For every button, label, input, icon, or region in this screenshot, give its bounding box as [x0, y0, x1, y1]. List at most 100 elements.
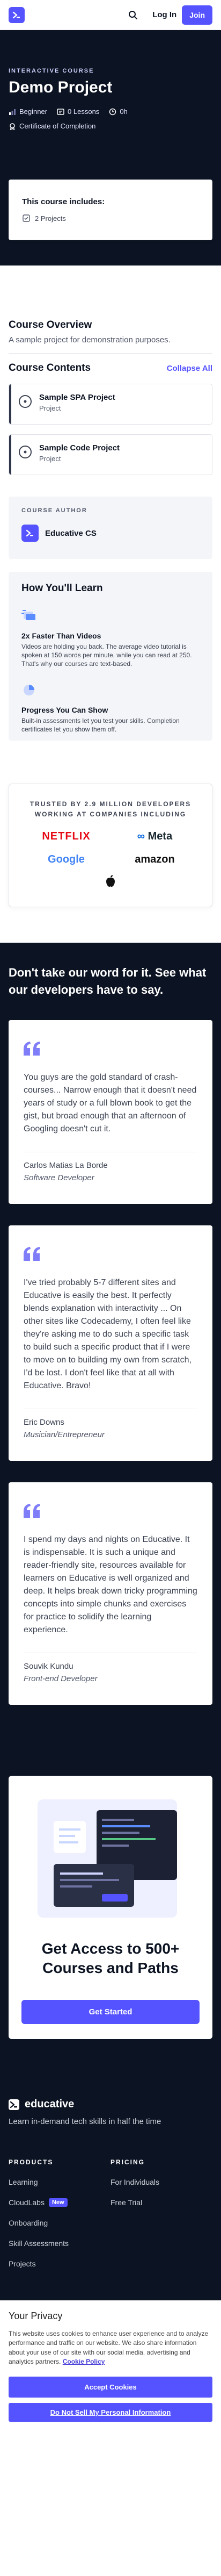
testimonials-section: Don't take our word for it. See what our…	[0, 943, 221, 1776]
level-label: Beginner	[19, 107, 48, 116]
footer-link-cloudlabs[interactable]: CloudLabs New	[9, 2198, 110, 2207]
includes-projects: 2 Projects	[22, 214, 199, 223]
level-bars-icon	[9, 109, 16, 115]
login-link[interactable]: Log In	[152, 10, 176, 19]
testimonial-name: Souvik Kundu	[24, 1661, 73, 1671]
footer-tagline: Learn in-demand tech skills in half the …	[9, 2117, 161, 2126]
apple-logo	[22, 874, 199, 890]
top-navbar: Log In Join	[0, 0, 221, 30]
project-item[interactable]: Sample Code Project Project	[9, 434, 212, 475]
project-info: Sample SPA Project Project	[11, 384, 123, 424]
overview-title: Course Overview	[9, 319, 92, 331]
project-type: Project	[39, 455, 61, 463]
amazon-logo: amazon	[135, 853, 175, 866]
course-contents: Course Contents Collapse All Sample SPA …	[0, 362, 221, 475]
contents-header: Course Contents Collapse All	[9, 362, 212, 374]
meta-logo: ∞ Meta	[110, 830, 199, 843]
join-button[interactable]: Join	[182, 5, 212, 25]
certificate-icon	[10, 123, 15, 130]
cookie-policy-link[interactable]: Cookie Policy	[63, 2358, 105, 2365]
divider	[9, 353, 212, 354]
do-not-sell-button[interactable]: Do Not Sell My Personal Information	[9, 2402, 212, 2422]
testimonial-card: I've tried probably 5-7 different sites …	[9, 1225, 212, 1461]
testimonial-card: I spend my days and nights on Educative.…	[9, 1482, 212, 1705]
lessons-label: 0 Lessons	[68, 107, 100, 116]
get-started-button[interactable]: Get Started	[21, 1999, 200, 2024]
learn-title: How You'll Learn	[21, 583, 103, 594]
project-info: Sample Code Project Project	[11, 435, 127, 475]
cookie-banner: Your Privacy This website uses cookies t…	[0, 2300, 221, 2430]
footer-link-skill-assessments[interactable]: Skill Assessments	[9, 2239, 110, 2248]
logo-mark-icon	[12, 11, 20, 18]
testimonial-role: Musician/Entrepreneur	[24, 1430, 105, 1439]
course-meta: Beginner 0 Lessons 0h	[9, 107, 212, 116]
meta-infinity-icon: ∞	[137, 830, 145, 843]
includes-wrapper: This course includes: 2 Projects	[0, 180, 221, 266]
learn-item-text: Built-in assessments let you test your s…	[21, 716, 180, 733]
footer-link-free-trial[interactable]: Free Trial	[110, 2198, 212, 2207]
lessons-meta: 0 Lessons	[57, 107, 99, 116]
footer-pricing: PRICING For Individuals Free Trial	[110, 2158, 212, 2268]
testimonial-role: Front-end Developer	[24, 1674, 98, 1683]
learn-item: Progress You Can Show Built-in assessmen…	[21, 683, 200, 734]
course-includes-card: This course includes: 2 Projects	[9, 180, 212, 240]
google-logo: Google	[22, 853, 110, 866]
footer-columns: PRODUCTS Learning CloudLabs New Onboardin…	[9, 2158, 212, 2268]
footer-link-projects[interactable]: Projects	[9, 2259, 110, 2268]
footer-products: PRODUCTS Learning CloudLabs New Onboardin…	[9, 2158, 110, 2268]
collapse-all-button[interactable]: Collapse All	[167, 364, 212, 373]
course-title: Demo Project	[9, 78, 113, 96]
testimonials-title: Don't take our word for it. See what our…	[9, 966, 207, 996]
contents-title: Course Contents	[9, 362, 91, 374]
company-logos: NETFLIX ∞ Meta Google amazon	[22, 830, 199, 866]
search-icon[interactable]	[124, 6, 142, 24]
educative-logo[interactable]	[9, 6, 25, 23]
testimonial-quote: I spend my days and nights on Educative.…	[24, 1534, 197, 1634]
fast-reading-icon	[21, 610, 35, 620]
learn-item-title: Progress You Can Show	[21, 705, 108, 714]
project-title: Sample Code Project	[39, 443, 120, 453]
testimonial-name: Carlos Matias La Borde	[24, 1160, 108, 1170]
projects-icon	[23, 214, 30, 222]
google-logo-text: Google	[48, 853, 85, 866]
accept-cookies-button[interactable]: Accept Cookies	[9, 2376, 212, 2398]
cta-card: Get Access to 500+ Courses and Paths Get…	[9, 1776, 212, 2039]
learn-item-text: Videos are holding you back. The average…	[21, 643, 192, 668]
site-footer: educative Learn in-demand tech skills in…	[0, 2077, 221, 2300]
progress-icon	[24, 684, 34, 695]
duration-label: 0h	[120, 107, 128, 116]
apple-icon	[106, 875, 115, 887]
footer-brand[interactable]: educative	[9, 2098, 212, 2111]
project-type: Project	[39, 404, 61, 412]
duration-meta: 0h	[109, 107, 128, 116]
testimonial-role: Software Developer	[24, 1173, 94, 1182]
trusted-by-card: TRUSTED BY 2.9 MILLION DEVELOPERS WORKIN…	[9, 784, 212, 907]
footer-link-individuals[interactable]: For Individuals	[110, 2178, 212, 2186]
netflix-logo: NETFLIX	[42, 830, 91, 843]
author-name: Educative CS	[45, 528, 97, 538]
lessons-icon	[57, 108, 64, 115]
certificate-meta: Certificate of Completion	[9, 122, 212, 130]
quote-icon	[24, 1041, 40, 1056]
cta-illustration	[21, 1789, 200, 1928]
project-item[interactable]: Sample SPA Project Project	[9, 384, 212, 425]
learn-item: 2x Faster Than Videos Videos are holding…	[21, 608, 200, 669]
author-label: COURSE AUTHOR	[21, 507, 87, 514]
includes-title: This course includes:	[22, 197, 105, 206]
new-badge: New	[48, 2198, 68, 2207]
course-overview: Course Overview A sample project for dem…	[0, 319, 221, 345]
author-row[interactable]: Educative CS	[21, 525, 200, 542]
testimonial-name: Eric Downs	[24, 1417, 64, 1427]
hero-eyebrow: INTERACTIVE COURSE	[9, 68, 94, 74]
meta-logo-text: Meta	[148, 830, 173, 843]
cookie-title: Your Privacy	[9, 2310, 63, 2321]
level-meta: Beginner	[9, 107, 47, 116]
footer-link-onboarding[interactable]: Onboarding	[9, 2219, 110, 2227]
cookie-body: This website uses cookies to enhance use…	[9, 2330, 209, 2366]
logo-mark-icon	[26, 529, 33, 537]
footer-pricing-heading: PRICING	[110, 2158, 145, 2166]
cookie-text: This website uses cookies to enhance use…	[9, 2329, 212, 2367]
certificate-label: Certificate of Completion	[19, 122, 96, 130]
footer-link-learning[interactable]: Learning	[9, 2178, 110, 2186]
progress-ring-icon	[19, 446, 32, 458]
